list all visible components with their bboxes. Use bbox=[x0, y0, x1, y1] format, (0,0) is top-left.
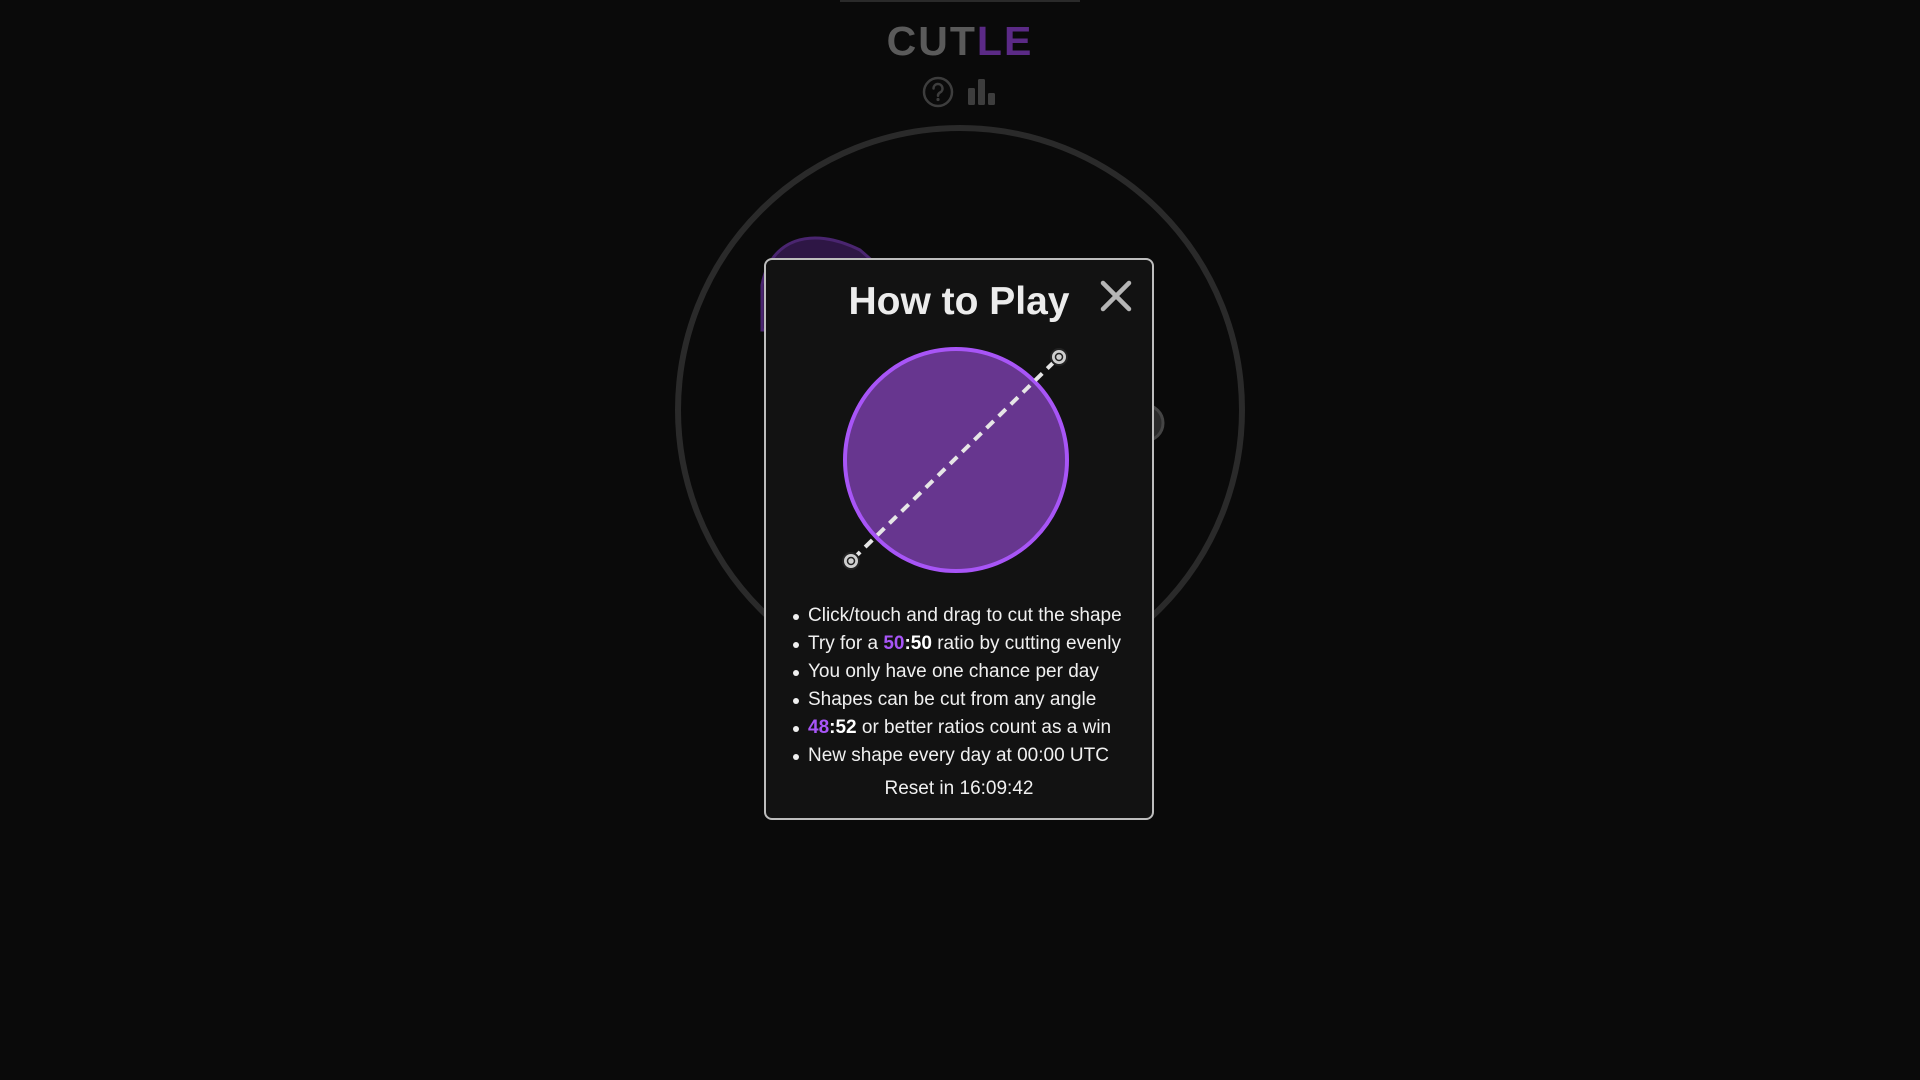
reset-timer: 16:09:42 bbox=[959, 778, 1034, 799]
help-button[interactable] bbox=[921, 74, 955, 110]
question-circle-icon bbox=[922, 76, 954, 108]
bar-chart-icon bbox=[968, 79, 995, 105]
rule-item: Click/touch and drag to cut the shape bbox=[788, 602, 1158, 630]
rule-item: 48:52 or better ratios count as a win bbox=[788, 714, 1158, 742]
game-title-cut: CUT bbox=[886, 18, 977, 64]
win-ratio-left: 48 bbox=[808, 717, 830, 738]
game-title-le: LE bbox=[976, 18, 1034, 64]
rule-item: New shape every day at 00:00 UTC bbox=[788, 742, 1158, 770]
reset-countdown: Reset in 16:09:42 bbox=[766, 778, 1152, 800]
stats-button[interactable] bbox=[965, 74, 999, 110]
top-divider bbox=[840, 0, 1080, 2]
cut-end-handle-icon bbox=[1050, 348, 1068, 366]
close-icon bbox=[1100, 280, 1132, 312]
win-ratio-right: 52 bbox=[835, 717, 857, 738]
reset-label: Reset in bbox=[884, 778, 955, 799]
modal-title: How to Play bbox=[848, 280, 1070, 323]
rule-item: You only have one chance per day bbox=[788, 658, 1158, 686]
rule-item: Shapes can be cut from any angle bbox=[788, 686, 1158, 714]
rule-item: Try for a 50:50 ratio by cutting evenly bbox=[788, 630, 1158, 658]
ratio-left: 50 bbox=[883, 633, 905, 654]
cut-demo-illustration bbox=[842, 347, 1069, 573]
how-to-play-modal: How to Play Click/touch and drag to cut … bbox=[764, 258, 1154, 820]
cut-start-handle-icon bbox=[842, 552, 860, 570]
rules-list: Click/touch and drag to cut the shape Tr… bbox=[788, 602, 1158, 770]
close-button[interactable] bbox=[1098, 278, 1134, 314]
ratio-right: 50 bbox=[910, 633, 932, 654]
game-title: CUTLE bbox=[0, 18, 1920, 65]
header-icon-bar bbox=[0, 74, 1920, 110]
